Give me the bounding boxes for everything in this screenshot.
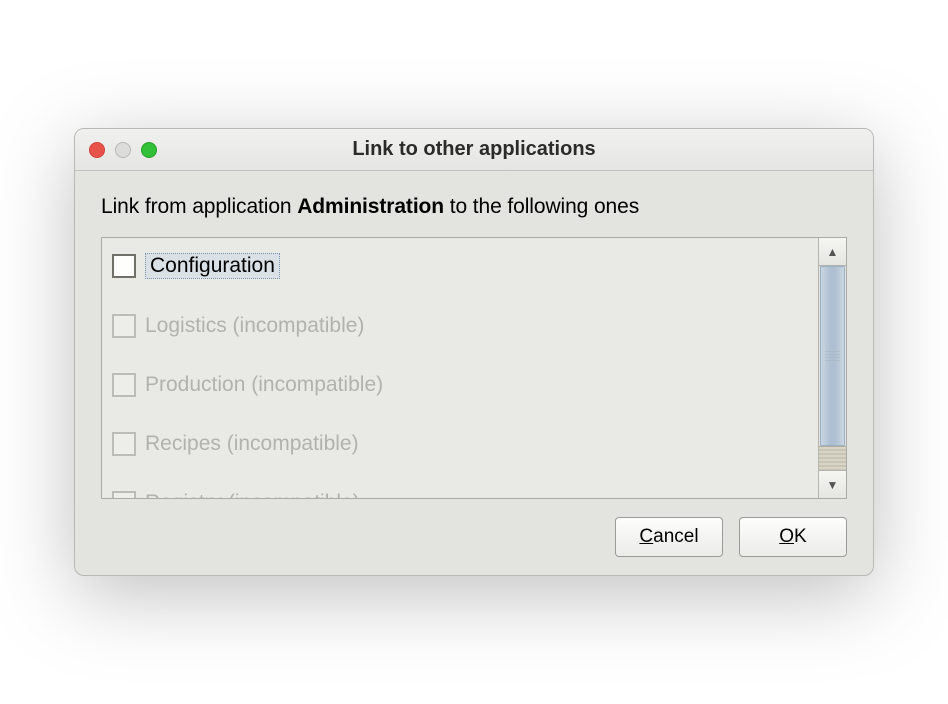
checkbox-icon: [112, 373, 136, 397]
list-item-label: Configuration: [145, 253, 280, 279]
list-item-label: Logistics (incompatible): [145, 314, 364, 338]
instruction-app-name: Administration: [297, 195, 444, 218]
ok-button-label: OK: [779, 526, 806, 548]
scroll-up-button[interactable]: ▲: [819, 238, 846, 266]
applications-list: Configuration Logistics (incompatible) P…: [102, 238, 818, 498]
zoom-window-button[interactable]: [141, 142, 157, 158]
list-item: Registry (incompatible): [112, 488, 808, 498]
list-item: Production (incompatible): [112, 370, 808, 400]
scroll-track[interactable]: [819, 266, 846, 446]
checkbox-icon[interactable]: [112, 254, 136, 278]
scroll-gap: [819, 446, 846, 470]
minimize-window-button[interactable]: [115, 142, 131, 158]
list-item[interactable]: Configuration: [112, 250, 808, 282]
close-window-button[interactable]: [89, 142, 105, 158]
scrollbar[interactable]: ▲ ▼: [818, 238, 846, 498]
cancel-button-label: Cancel: [639, 526, 698, 548]
window-title: Link to other applications: [75, 138, 873, 161]
applications-list-panel: Configuration Logistics (incompatible) P…: [101, 237, 847, 499]
checkbox-icon: [112, 432, 136, 456]
link-applications-dialog: Link to other applications Link from app…: [74, 128, 874, 576]
grip-icon: [825, 351, 840, 361]
window-controls: [89, 142, 157, 158]
instruction-text: Link from application Administration to …: [101, 195, 847, 219]
list-item-label: Recipes (incompatible): [145, 432, 359, 456]
scroll-down-button[interactable]: ▼: [819, 470, 846, 498]
checkbox-icon: [112, 491, 136, 498]
instruction-prefix: Link from application: [101, 195, 297, 218]
checkbox-icon: [112, 314, 136, 338]
cancel-button[interactable]: Cancel: [615, 517, 723, 557]
list-item-label: Production (incompatible): [145, 373, 383, 397]
chevron-down-icon: ▼: [827, 479, 839, 491]
instruction-suffix: to the following ones: [444, 195, 639, 218]
chevron-up-icon: ▲: [827, 246, 839, 258]
list-item-label: Registry (incompatible): [145, 491, 360, 498]
titlebar: Link to other applications: [75, 129, 873, 171]
list-item: Logistics (incompatible): [112, 311, 808, 341]
scroll-thumb[interactable]: [820, 266, 845, 446]
ok-button[interactable]: OK: [739, 517, 847, 557]
list-item: Recipes (incompatible): [112, 429, 808, 459]
dialog-button-row: Cancel OK: [101, 517, 847, 557]
